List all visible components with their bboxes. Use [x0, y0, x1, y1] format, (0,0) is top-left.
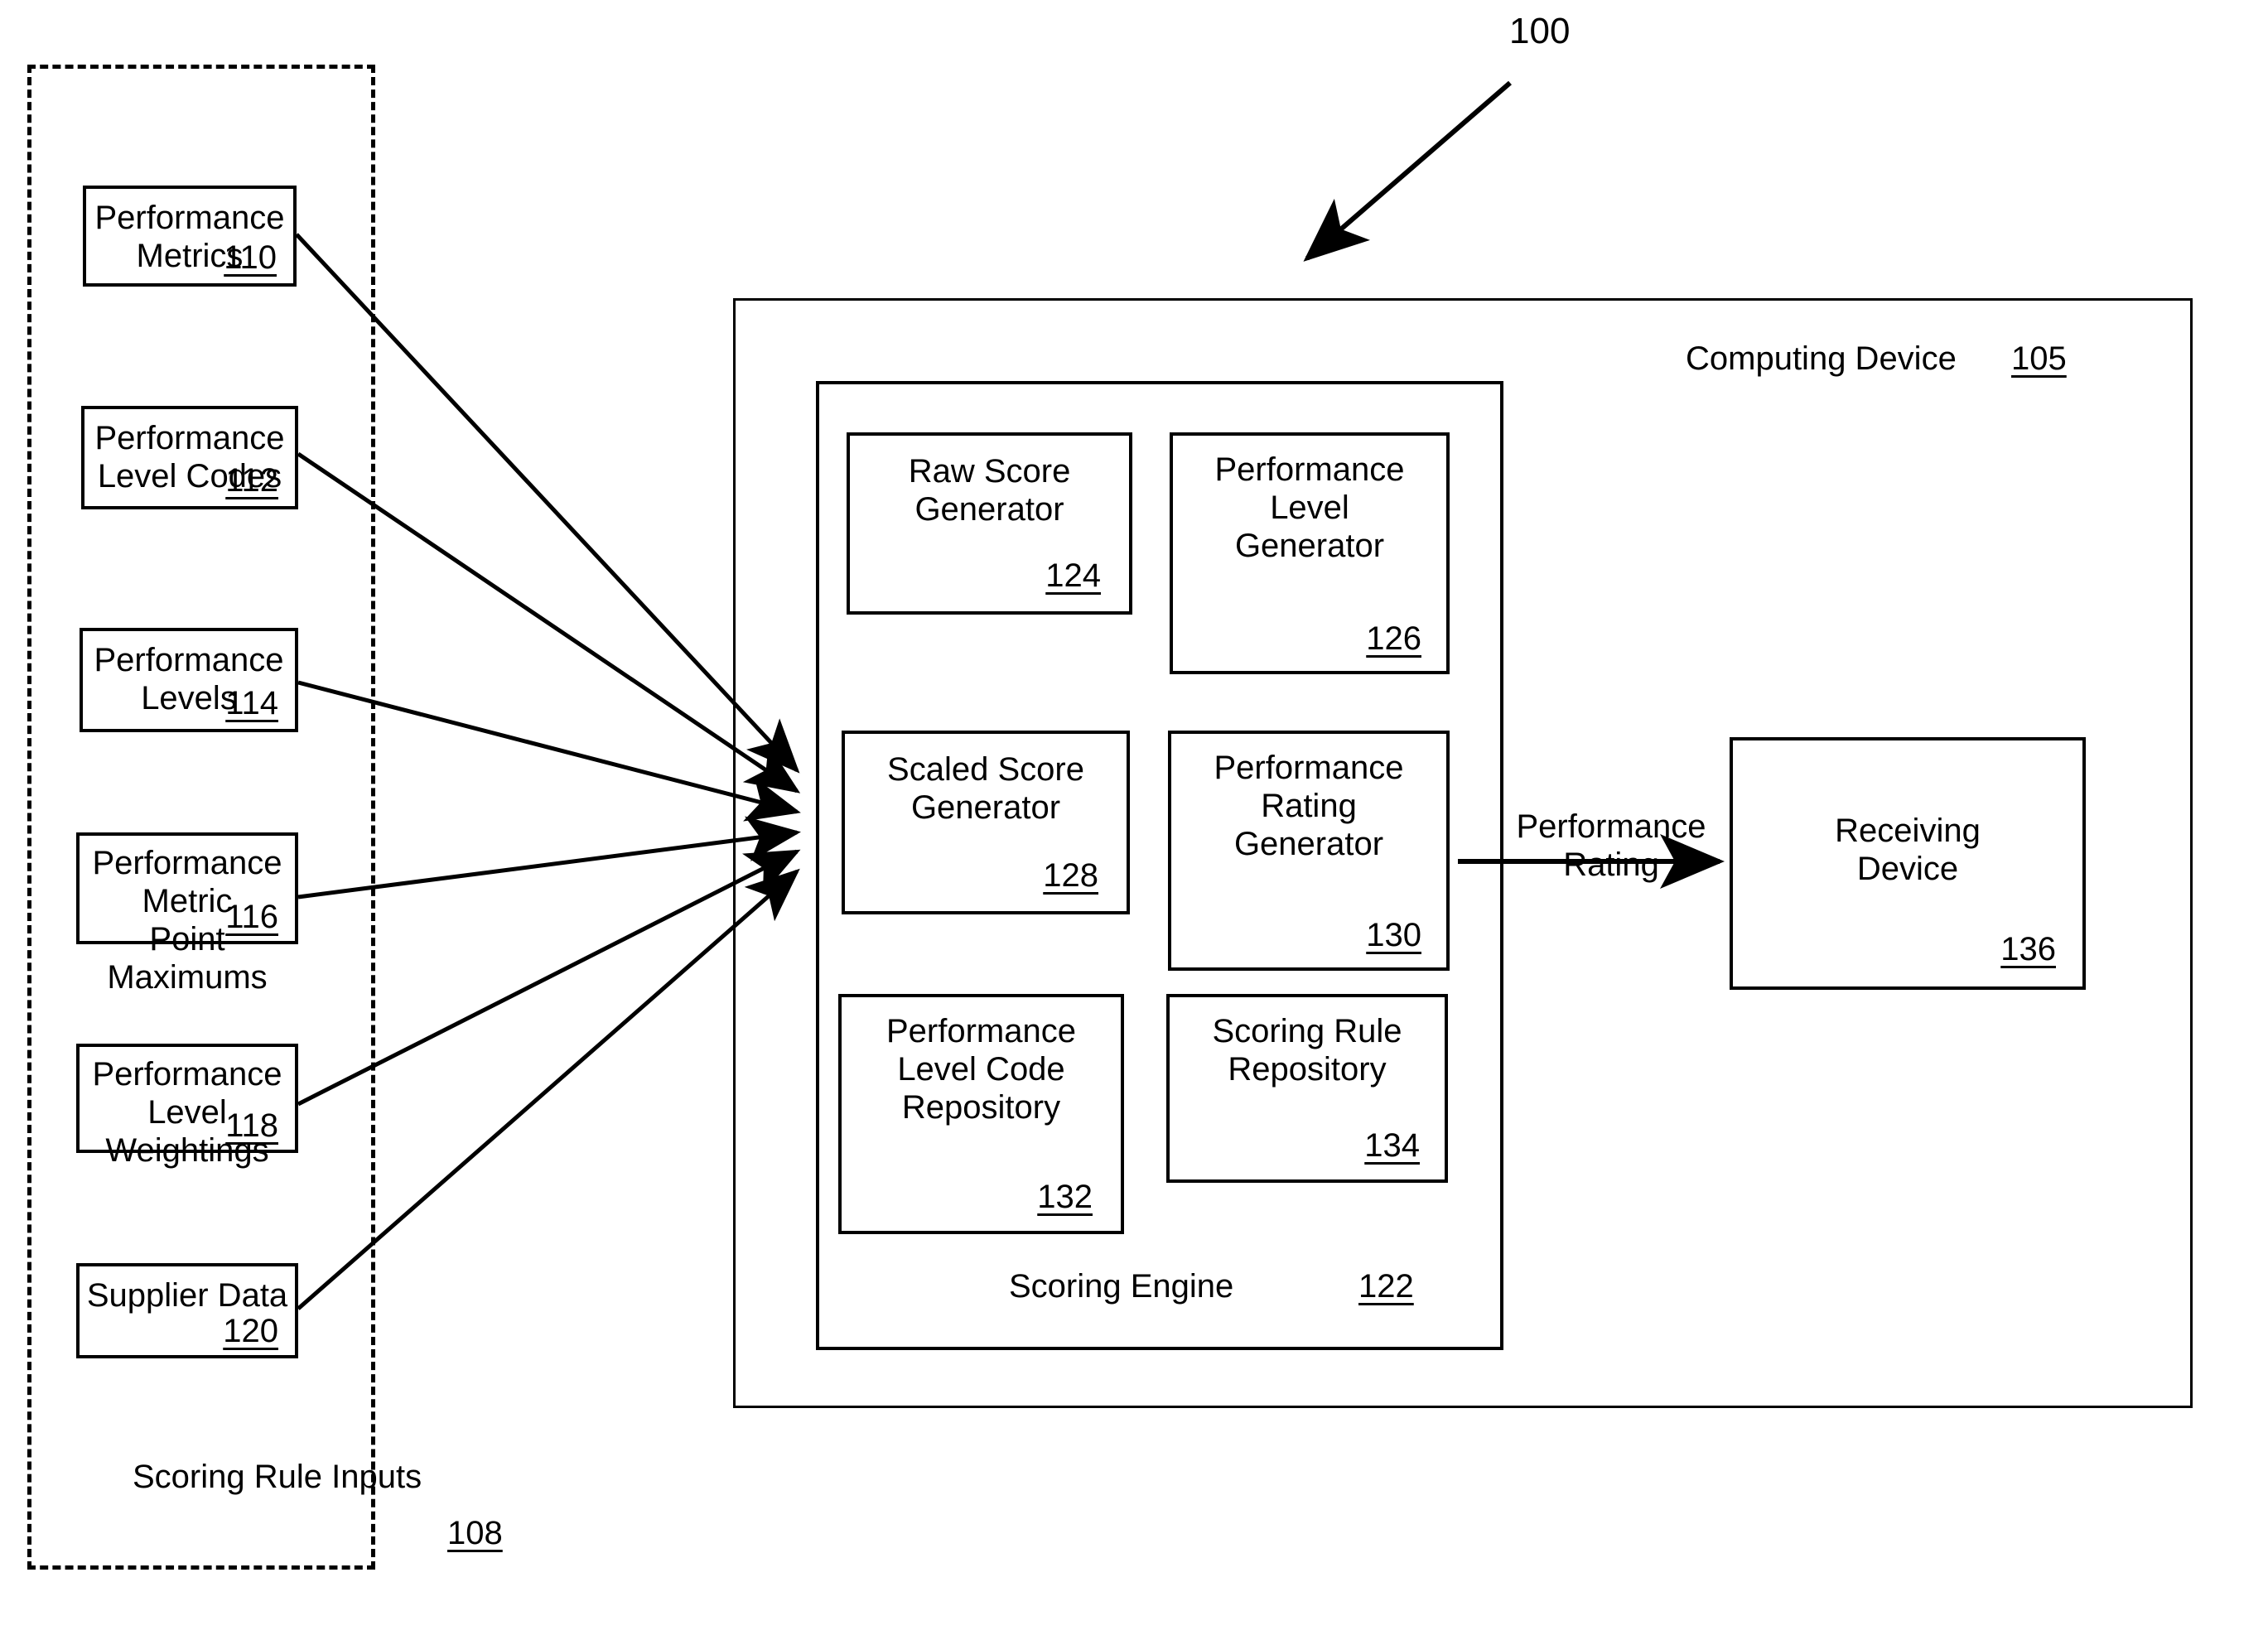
module-label: Scaled Score Generator [887, 751, 1084, 826]
module-label: Scoring Rule Repository [1212, 1013, 1402, 1088]
computing-device-label: Computing Device [1686, 340, 1957, 377]
module-ref: 128 [1043, 857, 1098, 894]
scoring-engine-label: Scoring Engine [1009, 1268, 1234, 1305]
module-performance-level-generator[interactable]: Performance Level Generator 126 [1170, 432, 1450, 674]
module-label: Performance Level Code Repository [886, 1013, 1076, 1126]
module-ref: 124 [1045, 557, 1101, 594]
patent-figure: Performance Metrics 110 Performance Leve… [0, 0, 2268, 1640]
module-scaled-score-generator[interactable]: Scaled Score Generator 128 [842, 731, 1130, 914]
module-label: Raw Score Generator [908, 453, 1071, 528]
figure-ref-100: 100 [1509, 11, 1571, 51]
input-box-ref: 118 [225, 1107, 278, 1144]
scoring-engine-ref: 122 [1358, 1268, 1414, 1305]
receiving-device-box[interactable]: Receiving Device 136 [1730, 737, 2086, 990]
input-box-label: Supplier Data [86, 1277, 288, 1314]
input-box-ref: 114 [225, 685, 278, 721]
input-box-performance-level-codes[interactable]: Performance Level Codes 112 [81, 406, 298, 509]
input-box-performance-metrics[interactable]: Performance Metrics 110 [83, 186, 297, 287]
receiving-device-label: Receiving Device [1835, 813, 1981, 887]
module-ref: 126 [1366, 620, 1421, 657]
receiving-device-ref: 136 [2000, 931, 2056, 967]
input-box-ref: 112 [225, 462, 278, 499]
module-label: Performance Level Generator [1214, 451, 1405, 564]
scoring-rule-inputs-ref: 108 [447, 1515, 503, 1551]
input-box-ref: 120 [223, 1313, 278, 1349]
module-scoring-rule-repository[interactable]: Scoring Rule Repository 134 [1166, 994, 1448, 1183]
performance-rating-edge-label: Performance Rating [1516, 808, 1706, 883]
module-ref: 130 [1366, 917, 1421, 953]
input-box-ref: 110 [224, 239, 277, 276]
module-performance-rating-generator[interactable]: Performance Rating Generator 130 [1168, 731, 1450, 971]
computing-device-ref: 105 [2011, 340, 2067, 377]
module-ref: 132 [1037, 1179, 1093, 1215]
input-box-ref: 116 [225, 899, 278, 935]
figure-ref-leader-arrow [1303, 80, 1512, 262]
input-box-performance-metric-point-maximums[interactable]: Performance Metric Point Maximums 116 [76, 832, 298, 996]
module-raw-score-generator[interactable]: Raw Score Generator 124 [847, 432, 1132, 615]
input-box-supplier-data[interactable]: Supplier Data 120 [76, 1263, 298, 1358]
module-label: Performance Rating Generator [1214, 750, 1404, 862]
input-box-performance-level-weightings[interactable]: Performance Level Weightings 118 [76, 1044, 298, 1169]
input-box-performance-levels[interactable]: Performance Levels 114 [80, 628, 298, 732]
module-performance-level-code-repository[interactable]: Performance Level Code Repository 132 [838, 994, 1124, 1234]
module-ref: 134 [1364, 1127, 1420, 1164]
